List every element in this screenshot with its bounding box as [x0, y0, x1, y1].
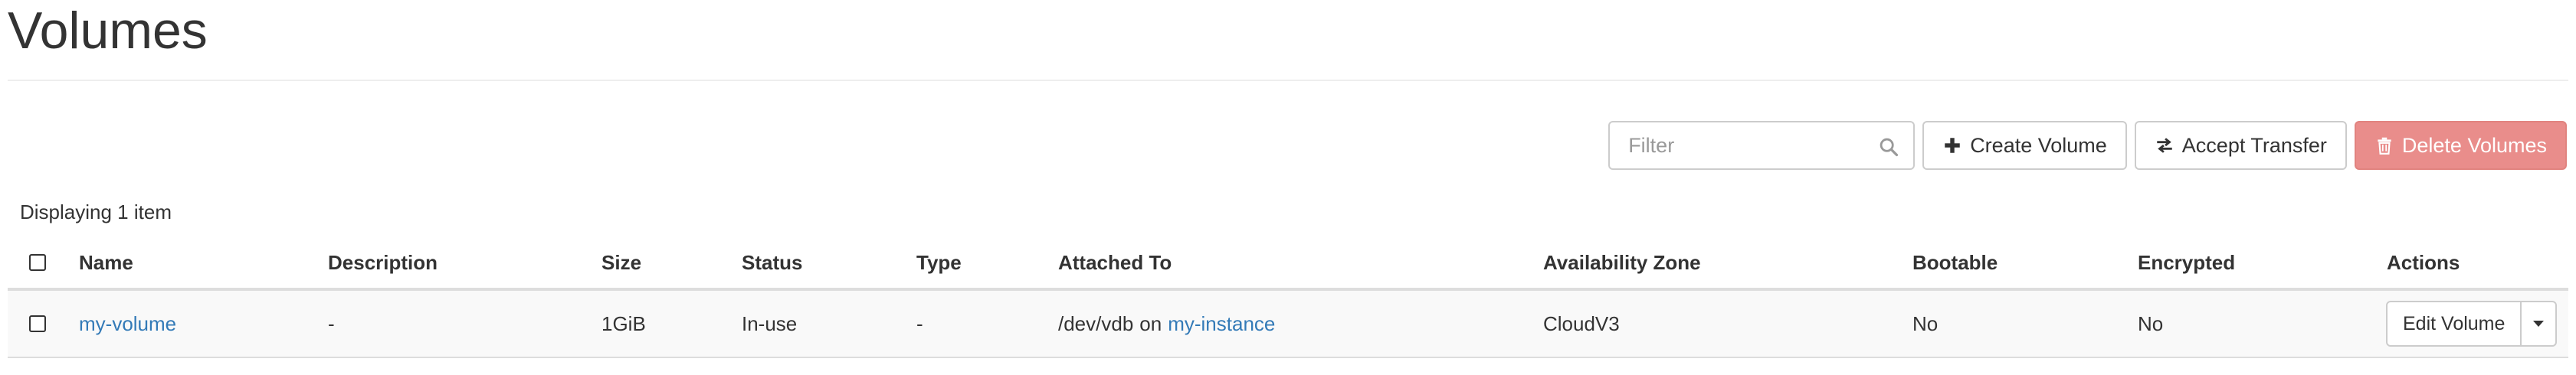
search-icon[interactable]	[1878, 136, 1899, 158]
select-all-checkbox[interactable]	[29, 254, 46, 271]
create-volume-label: Create Volume	[1970, 133, 2107, 157]
header-encrypted[interactable]: Encrypted	[2138, 237, 2235, 288]
header-actions: Actions	[2387, 250, 2460, 274]
cell-size: 1GiB	[601, 311, 646, 335]
filter-box	[1608, 121, 1916, 170]
exchange-icon	[2157, 138, 2172, 153]
volume-name-link[interactable]: my-volume	[79, 312, 176, 336]
accept-transfer-label: Accept Transfer	[2181, 133, 2327, 157]
caret-down-icon	[2533, 321, 2545, 327]
attached-path: /dev/vdb	[1058, 311, 1134, 335]
header-attached-to[interactable]: Attached To	[1058, 237, 1172, 288]
header-name[interactable]: Name	[79, 237, 133, 288]
item-count: Displaying 1 item	[20, 201, 172, 223]
cell-description: -	[328, 311, 335, 335]
header-bootable[interactable]: Bootable	[1912, 237, 1998, 288]
header-availability-zone[interactable]: Availability Zone	[1543, 237, 1701, 288]
trash-icon	[2378, 137, 2391, 155]
delete-volumes-button[interactable]: Delete Volumes	[2354, 121, 2567, 170]
header-size[interactable]: Size	[601, 237, 641, 288]
cell-type: -	[916, 311, 923, 335]
delete-volumes-label: Delete Volumes	[2401, 133, 2547, 157]
volumes-table: Name Description Size Status Type Attach…	[8, 237, 2568, 358]
row-checkbox[interactable]	[29, 315, 46, 332]
create-volume-button[interactable]: Create Volume	[1922, 121, 2127, 170]
header-status[interactable]: Status	[742, 237, 802, 288]
cell-encrypted: No	[2138, 311, 2164, 335]
cell-actions: Edit Volume	[2386, 291, 2558, 357]
filter-input[interactable]	[1610, 122, 1914, 168]
row-actions-dropdown-button[interactable]	[2522, 301, 2558, 347]
header-description[interactable]: Description	[328, 237, 438, 288]
row-actions-group: Edit Volume	[2386, 301, 2558, 347]
edit-volume-button[interactable]: Edit Volume	[2386, 301, 2522, 347]
row-select-cell	[29, 291, 46, 357]
plus-icon	[1945, 138, 1960, 153]
attached-on-text: on	[1139, 311, 1162, 335]
header-type[interactable]: Type	[916, 237, 962, 288]
table-row: my-volume - 1GiB In-use - /dev/vdb on my…	[8, 291, 2568, 358]
accept-transfer-button[interactable]: Accept Transfer	[2134, 121, 2347, 170]
table-header: Name Description Size Status Type Attach…	[8, 237, 2568, 291]
cell-attached-to: /dev/vdb on my-instance	[1058, 291, 1275, 357]
title-divider	[8, 80, 2568, 81]
cell-status: In-use	[742, 311, 798, 335]
select-all-cell	[29, 237, 46, 288]
table-toolbar: Create Volume Accept Transfer Delete Vol…	[1608, 121, 2567, 170]
cell-name: my-volume	[79, 291, 176, 357]
page-title: Volumes	[8, 2, 208, 60]
cell-availability-zone: CloudV3	[1543, 311, 1620, 335]
cell-bootable: No	[1912, 311, 1939, 335]
instance-link[interactable]: my-instance	[1168, 312, 1275, 336]
